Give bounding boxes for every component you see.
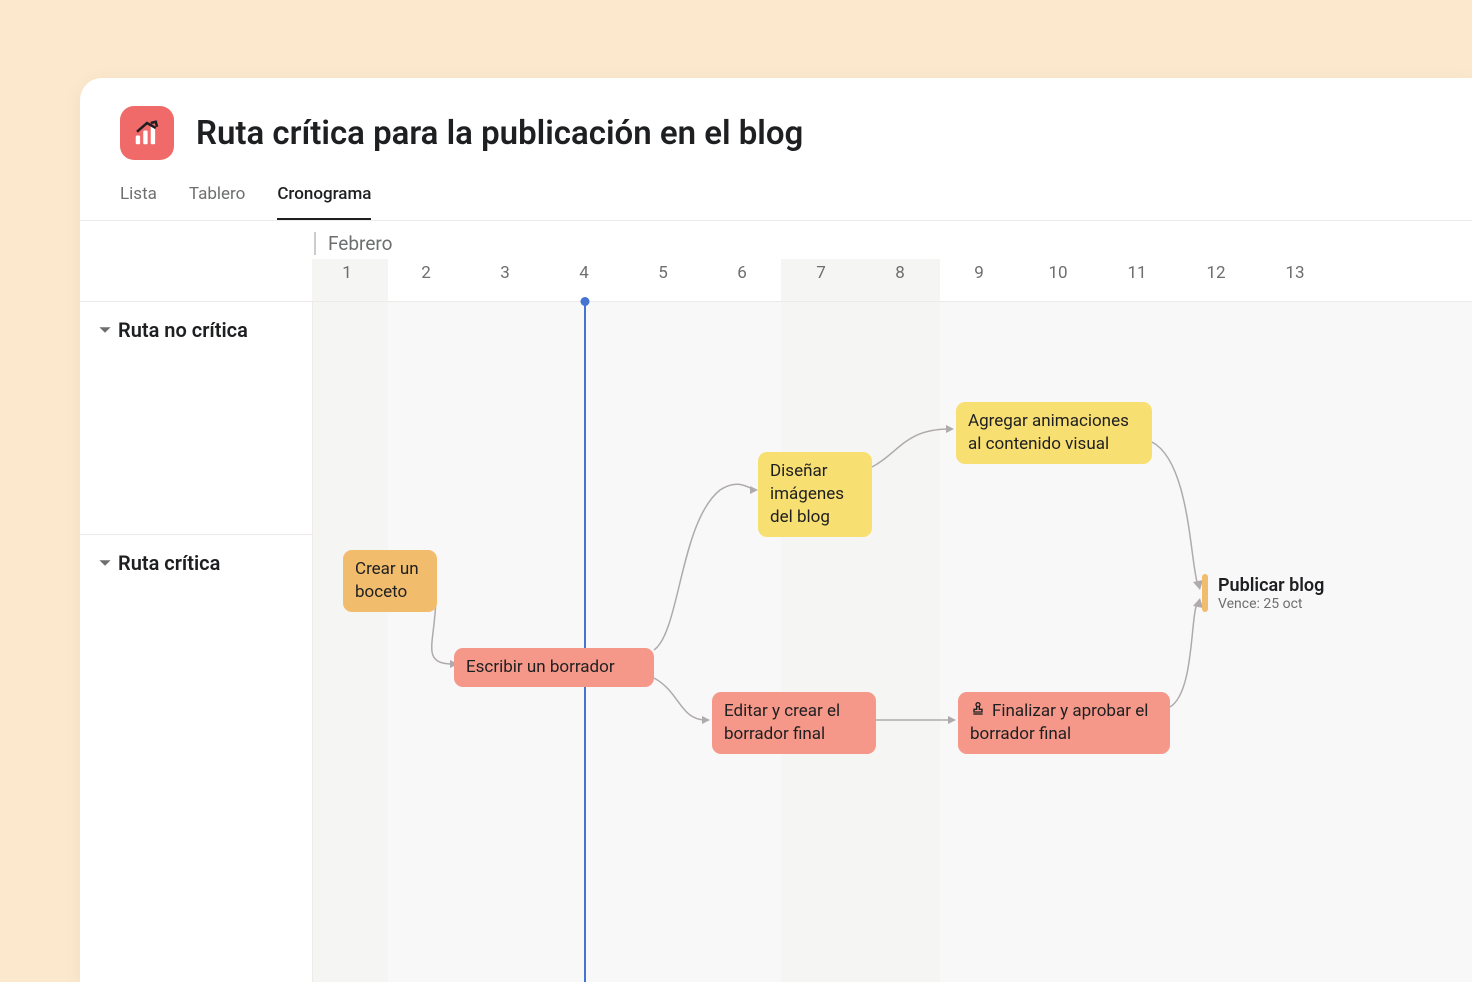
task-draft[interactable]: Escribir un borrador xyxy=(454,648,654,687)
today-marker xyxy=(580,297,589,306)
milestone-publish[interactable]: Publicar blog Vence: 25 oct xyxy=(1202,574,1324,612)
timeline-body[interactable]: Ruta no crítica Ruta crítica xyxy=(80,301,1472,982)
stamp-icon xyxy=(970,700,986,723)
today-line xyxy=(584,302,586,982)
task-sketch[interactable]: Crear un boceto xyxy=(343,550,437,612)
section-critical[interactable]: Ruta crítica xyxy=(98,551,220,575)
task-finalize[interactable]: Finalizar y aprobar el borrador final xyxy=(958,692,1170,754)
tab-board[interactable]: Tablero xyxy=(189,184,245,220)
day-5: 5 xyxy=(658,263,668,283)
day-9: 9 xyxy=(974,263,984,283)
view-tabs: Lista Tablero Cronograma xyxy=(120,184,1432,220)
tab-list[interactable]: Lista xyxy=(120,184,157,220)
day-7: 7 xyxy=(816,263,826,283)
day-2: 2 xyxy=(421,263,431,283)
day-4: 4 xyxy=(579,263,589,283)
day-1: 1 xyxy=(342,263,352,283)
milestone-bar xyxy=(1202,574,1208,612)
chevron-down-icon xyxy=(98,323,112,337)
tab-timeline[interactable]: Cronograma xyxy=(277,184,371,220)
day-3: 3 xyxy=(500,263,510,283)
chevron-down-icon xyxy=(98,556,112,570)
day-8: 8 xyxy=(895,263,905,283)
day-13: 13 xyxy=(1285,263,1304,283)
section-noncritical-label: Ruta no crítica xyxy=(118,318,248,342)
day-10: 10 xyxy=(1048,263,1067,283)
milestone-title: Publicar blog xyxy=(1218,575,1324,596)
task-finalize-label: Finalizar y aprobar el borrador final xyxy=(970,701,1148,744)
task-edit[interactable]: Editar y crear el borrador final xyxy=(712,692,876,754)
section-divider xyxy=(80,534,312,535)
project-chart-icon xyxy=(120,106,174,160)
section-critical-label: Ruta crítica xyxy=(118,551,220,575)
task-design[interactable]: Diseñar imágenes del blog xyxy=(758,452,872,537)
day-12: 12 xyxy=(1206,263,1225,283)
timeline-days: 1 2 3 4 5 6 7 8 9 10 11 12 13 xyxy=(80,263,1472,293)
day-6: 6 xyxy=(737,263,747,283)
task-animate[interactable]: Agregar animaciones al contenido visual xyxy=(956,402,1152,464)
day-11: 11 xyxy=(1127,263,1146,283)
timeline-grid[interactable] xyxy=(312,302,1472,982)
milestone-due: Vence: 25 oct xyxy=(1218,596,1324,612)
timeline-header: Febrero 1 2 3 4 5 6 7 8 9 10 11 12 13 xyxy=(80,221,1472,301)
section-noncritical[interactable]: Ruta no crítica xyxy=(98,318,248,342)
page-title: Ruta crítica para la publicación en el b… xyxy=(196,114,803,153)
month-label: Febrero xyxy=(314,232,392,255)
